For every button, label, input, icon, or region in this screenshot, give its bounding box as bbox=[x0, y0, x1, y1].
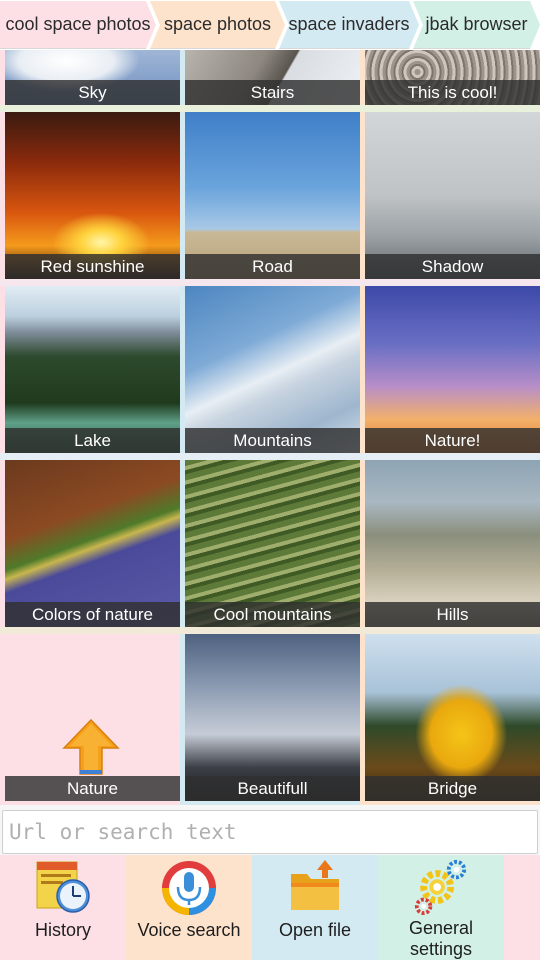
tile-label: Shadow bbox=[365, 254, 540, 279]
bookmark-tile-nature-exclaim[interactable]: Nature! bbox=[365, 286, 540, 453]
folder-icon bbox=[291, 860, 339, 910]
bookmark-tile-colors-of-nature[interactable]: Colors of nature bbox=[5, 460, 180, 627]
tab-label: space invaders bbox=[288, 14, 410, 34]
bookmark-tile-beautifull[interactable]: Beautifull bbox=[185, 634, 360, 801]
bookmark-tile-hills[interactable]: Hills bbox=[365, 460, 540, 627]
tile-label: Colors of nature bbox=[5, 602, 180, 627]
bookmark-tile-stairs[interactable]: Stairs bbox=[185, 50, 360, 105]
tile-label: Red sunshine bbox=[5, 254, 180, 279]
tab-label: cool space photos bbox=[5, 14, 151, 34]
grid-row-band bbox=[0, 453, 540, 460]
tile-label: Hills bbox=[365, 602, 540, 627]
microphone-icon bbox=[162, 861, 216, 915]
tile-label: Lake bbox=[5, 428, 180, 453]
tile-label: This is cool! bbox=[365, 80, 540, 105]
gears-icon bbox=[414, 859, 467, 916]
tile-label: Nature bbox=[5, 776, 180, 801]
tile-label: Beautifull bbox=[185, 776, 360, 801]
tab-label: space photos bbox=[163, 14, 272, 34]
bookmark-tile-bridge[interactable]: Bridge bbox=[365, 634, 540, 801]
bookmark-tile-nature-folder[interactable]: Nature bbox=[5, 634, 180, 801]
bookmark-tile-sky[interactable]: Sky bbox=[5, 50, 180, 105]
voice-search-label: Voice search bbox=[137, 920, 241, 940]
voice-search-button[interactable]: Voice search bbox=[126, 855, 252, 960]
tile-label: Mountains bbox=[185, 428, 360, 453]
tile-label: Sky bbox=[5, 80, 180, 105]
bookmark-tile-cool-mountains[interactable]: Cool mountains bbox=[185, 460, 360, 627]
bookmark-tile-shadow[interactable]: Shadow bbox=[365, 112, 540, 279]
url-search-input[interactable] bbox=[2, 810, 538, 854]
tab-space-invaders[interactable]: space invaders bbox=[279, 1, 419, 49]
tab-cool-space-photos[interactable]: cool space photos bbox=[0, 1, 156, 49]
open-file-button[interactable]: Open file bbox=[252, 855, 378, 960]
grid-row-band bbox=[0, 627, 540, 634]
bookmark-tile-this-is-cool[interactable]: This is cool! bbox=[365, 50, 540, 105]
tile-label: Cool mountains bbox=[185, 602, 360, 627]
grid-row-band bbox=[0, 105, 540, 112]
history-button[interactable]: History bbox=[0, 855, 126, 960]
general-settings-button[interactable]: General settings bbox=[378, 855, 504, 960]
tab-space-photos[interactable]: space photos bbox=[150, 1, 285, 49]
bookmark-tile-red-sunshine[interactable]: Red sunshine bbox=[5, 112, 180, 279]
tab-label: jbak browser bbox=[425, 14, 528, 34]
history-label: History bbox=[34, 920, 91, 940]
bookmark-tile-road[interactable]: Road bbox=[185, 112, 360, 279]
tile-label: Stairs bbox=[185, 80, 360, 105]
history-clock-icon bbox=[36, 861, 90, 913]
bookmark-tile-lake[interactable]: Lake bbox=[5, 286, 180, 453]
tab-jbak-browser[interactable]: jbak browser bbox=[413, 1, 540, 49]
tile-label: Bridge bbox=[365, 776, 540, 801]
toolbar-overflow-area[interactable] bbox=[504, 855, 540, 960]
open-file-label: Open file bbox=[278, 920, 352, 940]
grid-row-band bbox=[0, 279, 540, 286]
up-arrow-icon bbox=[62, 718, 120, 775]
tile-label: Nature! bbox=[365, 428, 540, 453]
bottom-toolbar: History Voice search Open file General s… bbox=[0, 855, 540, 960]
tab-strip: cool space photos space photos space inv… bbox=[0, 0, 540, 50]
url-bar bbox=[0, 805, 540, 855]
tile-label: Road bbox=[185, 254, 360, 279]
general-settings-label: General settings bbox=[408, 918, 474, 959]
bookmark-grid: Sky Stairs This is cool! Red sunshine Ro… bbox=[0, 50, 540, 805]
bookmark-tile-mountains[interactable]: Mountains bbox=[185, 286, 360, 453]
